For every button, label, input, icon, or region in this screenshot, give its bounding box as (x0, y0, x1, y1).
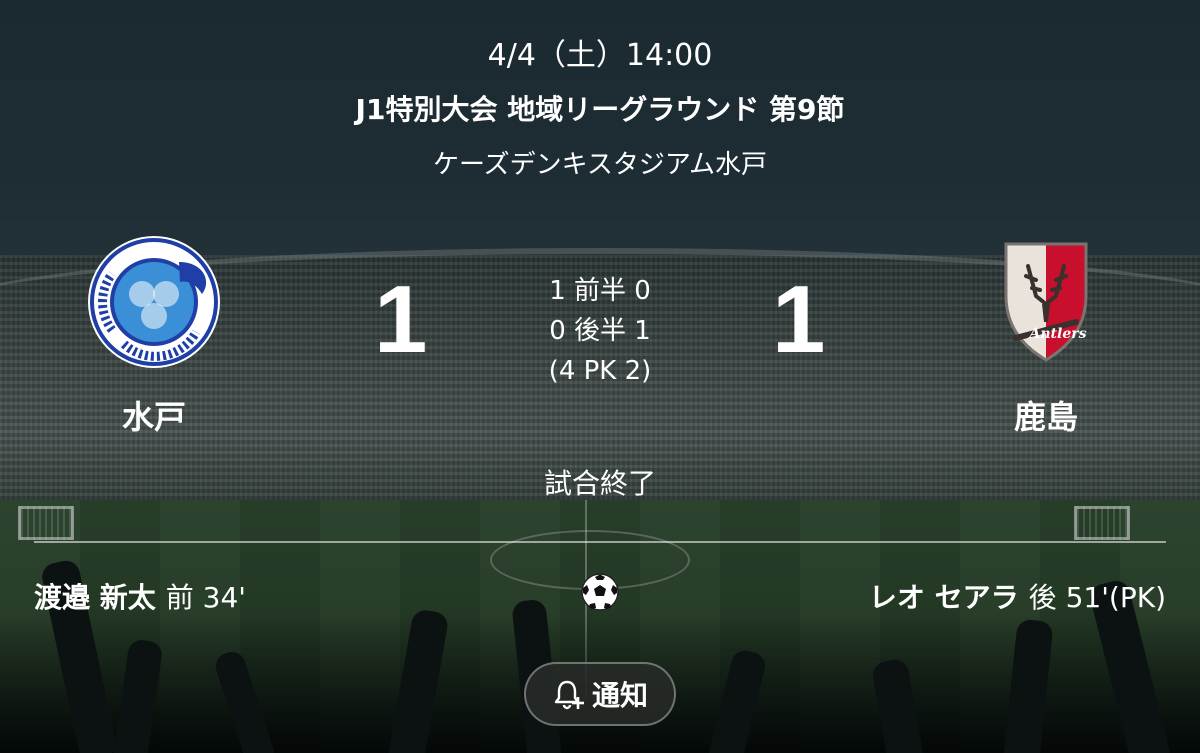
soccer-ball-icon (581, 573, 619, 611)
away-goal-time: 後 51'(PK) (1028, 581, 1166, 614)
away-goal-scorer[interactable]: レオ セアラ後 51'(PK) (869, 576, 1166, 616)
home-goal-time: 前 34' (165, 581, 246, 614)
notify-label: 通知 (591, 679, 648, 712)
match-status: 試合終了 (543, 467, 656, 500)
notify-button[interactable]: 通知 (524, 662, 676, 726)
match-round: J1特別大会 地域リーグラウンド 第9節 (355, 93, 845, 126)
second-half-score: 0 後半 1 (549, 316, 651, 346)
match-date: 4/4（土）14:00 (487, 38, 713, 73)
away-team-name: 鹿島 (1013, 398, 1078, 436)
match-venue: ケーズデンキスタジアム水戸 (432, 150, 768, 180)
pk-score: (4 PK 2) (548, 356, 652, 386)
divider (34, 541, 1166, 543)
bell-plus-icon (554, 680, 584, 710)
svg-text:Antlers: Antlers (1028, 326, 1087, 342)
away-scorer-name: レオ セアラ (868, 581, 1019, 614)
home-scorer-name: 渡邉 新太 (34, 581, 156, 614)
away-score: 1 (772, 266, 826, 373)
fc-mito-hollyhock-crest-icon (88, 236, 220, 368)
first-half-score: 1 前半 0 (549, 276, 651, 306)
home-score: 1 (374, 266, 428, 373)
home-goal-scorer[interactable]: 渡邉 新太前 34' (34, 576, 246, 616)
kashima-antlers-crest-icon: Antlers (1004, 242, 1088, 362)
home-team-name: 水戸 (121, 398, 186, 436)
